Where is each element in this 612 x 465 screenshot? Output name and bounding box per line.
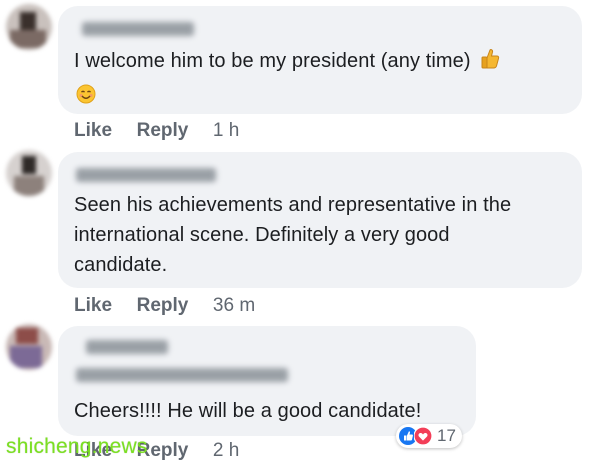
- thumbs-up-emoji-icon: [480, 48, 500, 79]
- blurred-author-name[interactable]: [82, 22, 194, 36]
- comment-actions: Like Reply 1 h: [74, 120, 239, 142]
- comment-text: Seen his achievements and representative…: [74, 194, 512, 276]
- reactions-summary[interactable]: 17: [396, 424, 462, 448]
- comment-bubble: Seen his achievements and representative…: [58, 152, 582, 288]
- comment-text: I welcome him to be my president (any ti…: [74, 46, 500, 79]
- timestamp[interactable]: 2 h: [213, 440, 239, 461]
- timestamp[interactable]: 36 m: [213, 295, 255, 316]
- reaction-count: 17: [437, 426, 456, 445]
- love-reaction-icon: [413, 426, 433, 446]
- reply-link[interactable]: Reply: [137, 295, 189, 316]
- like-link[interactable]: Like: [74, 120, 112, 141]
- like-link[interactable]: Like: [74, 295, 112, 316]
- comment-thread: I welcome him to be my president (any ti…: [0, 0, 612, 465]
- smiling-face-emoji-icon: [76, 84, 96, 104]
- reply-link[interactable]: Reply: [137, 120, 189, 141]
- comment-bubble: I welcome him to be my president (any ti…: [58, 6, 582, 114]
- blurred-author-name[interactable]: [76, 168, 216, 182]
- avatar[interactable]: [6, 150, 52, 196]
- watermark: shicheng.news: [6, 435, 148, 458]
- blurred-author-subtitle: [76, 368, 288, 382]
- avatar[interactable]: [6, 324, 52, 370]
- timestamp[interactable]: 1 h: [213, 120, 239, 141]
- comment-text: Cheers!!!! He will be a good candidate!: [74, 400, 422, 422]
- comment-actions: Like Reply 36 m: [74, 295, 255, 317]
- comment-bubble: Cheers!!!! He will be a good candidate!: [58, 326, 476, 436]
- avatar[interactable]: [6, 4, 52, 50]
- blurred-author-name[interactable]: [86, 340, 168, 354]
